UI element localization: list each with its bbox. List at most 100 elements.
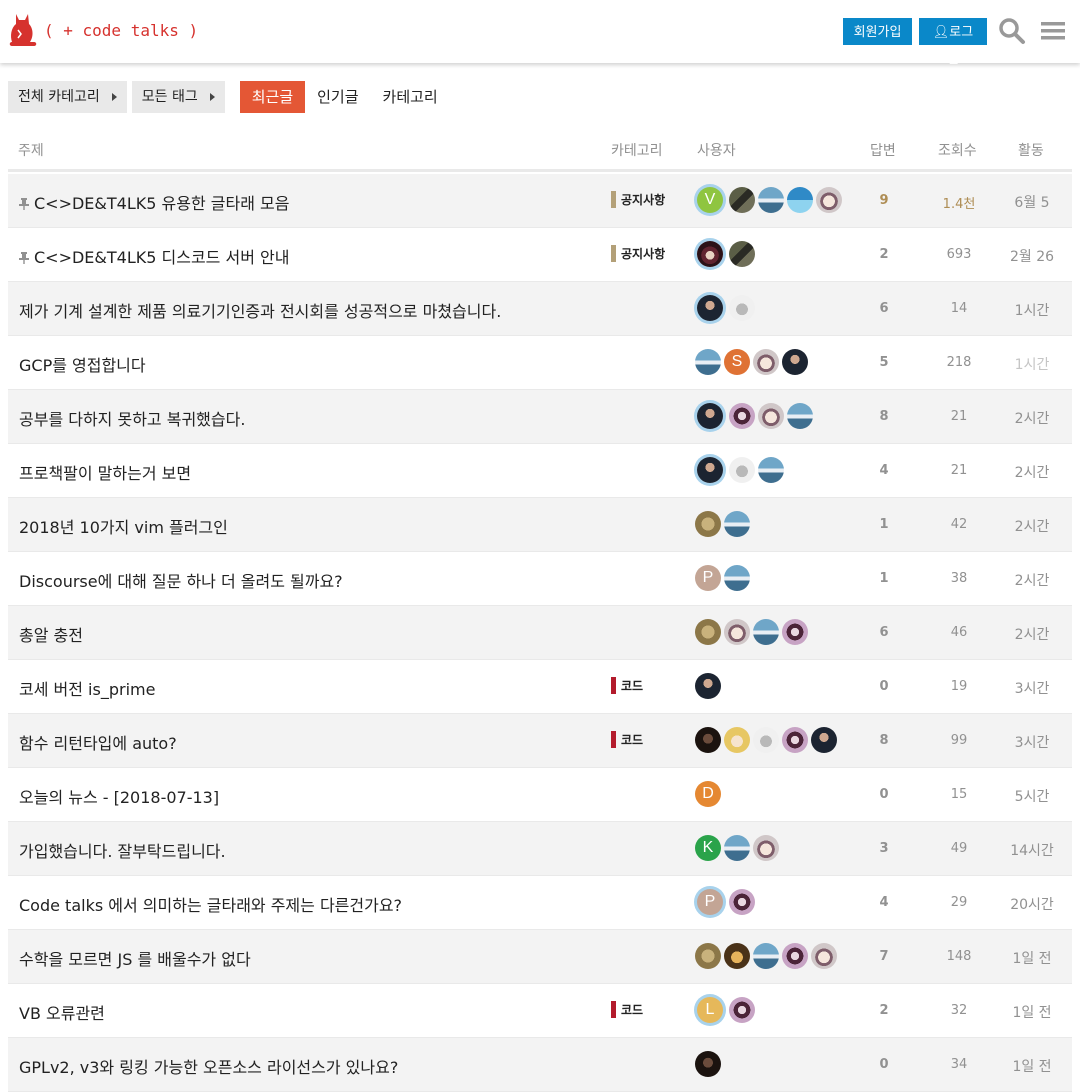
avatar[interactable] (729, 457, 755, 483)
table-row[interactable]: Discourse에 대해 질문 하나 더 올려도 될까요? P 1 38 2시간 (8, 552, 1072, 606)
avatar[interactable] (729, 997, 755, 1023)
table-row[interactable]: 프로책팔이 말하는거 보면 4 21 2시간 (8, 444, 1072, 498)
avatar[interactable]: D (695, 781, 721, 807)
category-badge[interactable]: 공지사항 (611, 245, 665, 262)
activity-time[interactable]: 1시간 (998, 300, 1066, 320)
activity-time[interactable]: 2시간 (998, 624, 1066, 644)
avatar[interactable]: V (697, 187, 723, 213)
avatar[interactable] (724, 565, 750, 591)
reply-count[interactable]: 0 (868, 787, 900, 802)
topic-title[interactable]: 공부를 다하지 못하고 복귀했습다. (19, 406, 245, 430)
topic-title[interactable]: C<>DE&T4LK5 디스코드 서버 안내 (19, 244, 289, 268)
activity-time[interactable]: 2시간 (998, 408, 1066, 428)
topic-title[interactable]: 프로책팔이 말하는거 보면 (19, 460, 191, 484)
table-row[interactable]: 공부를 다하지 못하고 복귀했습다. 8 21 2시간 (8, 390, 1072, 444)
search-icon[interactable] (998, 16, 1026, 46)
reply-count[interactable]: 4 (868, 463, 900, 478)
reply-count[interactable]: 4 (868, 895, 900, 910)
column-replies[interactable]: 답변 (870, 140, 896, 160)
table-row[interactable]: 함수 리턴타입에 auto? 코드 8 99 3시간 (8, 714, 1072, 768)
reply-count[interactable]: 1 (868, 571, 900, 586)
avatar[interactable] (787, 403, 813, 429)
activity-time[interactable]: 3시간 (998, 678, 1066, 698)
table-row[interactable]: 총알 충전 6 46 2시간 (8, 606, 1072, 660)
table-row[interactable]: 코세 버전 is_prime 코드 0 19 3시간 (8, 660, 1072, 714)
reply-count[interactable]: 6 (868, 301, 900, 316)
activity-time[interactable]: 3시간 (998, 732, 1066, 752)
table-row[interactable]: C<>DE&T4LK5 유용한 글타래 모음 공지사항 V 9 1.4천 6월 5 (8, 174, 1072, 228)
avatar[interactable] (753, 943, 779, 969)
column-topic[interactable]: 주제 (18, 140, 44, 160)
avatar[interactable] (695, 619, 721, 645)
topic-title[interactable]: 가입했습니다. 잘부탁드립니다. (19, 838, 226, 862)
avatar[interactable]: P (697, 889, 723, 915)
reply-count[interactable]: 3 (868, 841, 900, 856)
avatar[interactable] (787, 187, 813, 213)
table-row[interactable]: 수학을 모르면 JS 를 배울수가 없다 7 148 1일 전 (8, 930, 1072, 984)
table-row[interactable]: 가입했습니다. 잘부탁드립니다. K 3 49 14시간 (8, 822, 1072, 876)
avatar[interactable] (782, 727, 808, 753)
category-badge[interactable]: 코드 (611, 677, 643, 694)
topic-title[interactable]: 함수 리턴타입에 auto? (19, 730, 177, 754)
topic-title[interactable]: C<>DE&T4LK5 유용한 글타래 모음 (19, 190, 289, 214)
tag-dropdown[interactable]: 모든 태그 (131, 81, 225, 113)
reply-count[interactable]: 8 (868, 733, 900, 748)
topic-title[interactable]: 수학을 모르면 JS 를 배울수가 없다 (19, 946, 251, 970)
topic-title[interactable]: 코세 버전 is_prime (19, 676, 155, 700)
avatar[interactable] (695, 1051, 721, 1077)
table-row[interactable]: GCP를 영접합니다 S 5 218 1시간 (8, 336, 1072, 390)
hamburger-menu-icon[interactable] (1039, 16, 1067, 46)
category-badge[interactable]: 코드 (611, 1001, 643, 1018)
table-row[interactable]: 2018년 10가지 vim 플러그인 1 42 2시간 (8, 498, 1072, 552)
column-activity[interactable]: 활동 (1018, 140, 1044, 160)
avatar[interactable] (695, 673, 721, 699)
avatar[interactable] (729, 403, 755, 429)
avatar[interactable] (729, 241, 755, 267)
activity-time[interactable]: 2시간 (998, 516, 1066, 536)
activity-time[interactable]: 1일 전 (998, 948, 1066, 968)
login-button[interactable]: 👤︎로그인 (919, 18, 987, 66)
avatar[interactable] (753, 727, 779, 753)
activity-time[interactable]: 1시간 (998, 354, 1066, 374)
column-users[interactable]: 사용자 (697, 140, 736, 160)
tab-top[interactable]: 인기글 (305, 81, 370, 113)
activity-time[interactable]: 2월 26 (998, 246, 1066, 266)
avatar[interactable] (695, 943, 721, 969)
table-row[interactable]: C<>DE&T4LK5 디스코드 서버 안내 공지사항 2 693 2월 26 (8, 228, 1072, 282)
avatar[interactable] (729, 187, 755, 213)
reply-count[interactable]: 2 (868, 247, 900, 262)
avatar[interactable] (753, 619, 779, 645)
reply-count[interactable]: 2 (868, 1003, 900, 1018)
avatar[interactable] (697, 403, 723, 429)
reply-count[interactable]: 9 (868, 193, 900, 208)
table-row[interactable]: VB 오류관련 코드 L 2 32 1일 전 (8, 984, 1072, 1038)
avatar[interactable] (697, 295, 723, 321)
avatar[interactable] (697, 457, 723, 483)
avatar[interactable] (811, 727, 837, 753)
table-row[interactable]: 제가 기계 설계한 제품 의료기기인증과 전시회를 성공적으로 마쳤습니다. 6 1… (8, 282, 1072, 336)
activity-time[interactable]: 2시간 (998, 462, 1066, 482)
avatar[interactable]: S (724, 349, 750, 375)
reply-count[interactable]: 7 (868, 949, 900, 964)
avatar[interactable] (697, 241, 723, 267)
topic-title[interactable]: 오늘의 뉴스 - [2018-07-13] (19, 784, 219, 808)
site-logo[interactable]: ( + code talks ) (8, 8, 198, 52)
avatar[interactable] (758, 403, 784, 429)
topic-title[interactable]: GPLv2, v3와 링킹 가능한 오픈소스 라이선스가 있나요? (19, 1054, 398, 1078)
avatar[interactable]: L (697, 997, 723, 1023)
topic-title[interactable]: 총알 충전 (19, 622, 83, 646)
category-badge[interactable]: 코드 (611, 731, 643, 748)
table-row[interactable]: GPLv2, v3와 링킹 가능한 오픈소스 라이선스가 있나요? 0 34 1일 전 (8, 1038, 1072, 1092)
avatar[interactable] (782, 349, 808, 375)
topic-title[interactable]: 2018년 10가지 vim 플러그인 (19, 514, 228, 538)
tab-latest[interactable]: 최근글 (239, 81, 306, 113)
avatar[interactable] (729, 889, 755, 915)
avatar[interactable] (753, 835, 779, 861)
avatar[interactable] (724, 511, 750, 537)
reply-count[interactable]: 5 (868, 355, 900, 370)
reply-count[interactable]: 0 (868, 1057, 900, 1072)
avatar[interactable] (758, 187, 784, 213)
column-views[interactable]: 조회수 (938, 140, 977, 160)
activity-time[interactable]: 6월 5 (998, 192, 1066, 212)
avatar[interactable] (695, 349, 721, 375)
